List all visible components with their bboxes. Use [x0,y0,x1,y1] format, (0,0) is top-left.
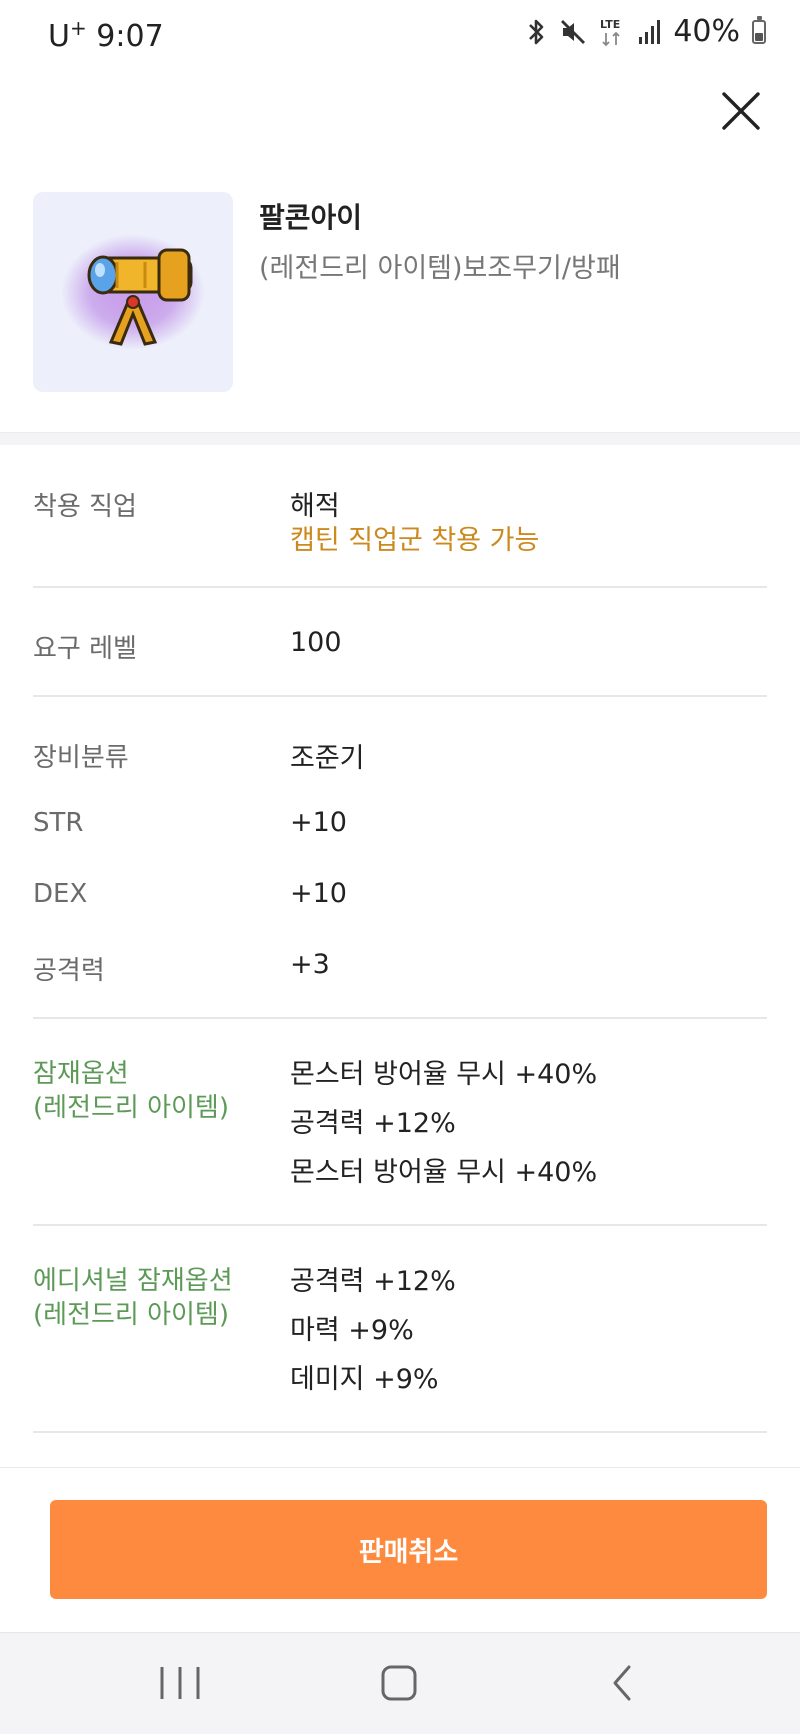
stat-value: +10 [290,807,347,838]
stat-label: 공격력 [33,956,105,986]
item-name: 팔콘아이 [259,201,363,234]
status-icons: LTE 40% [525,14,766,49]
home-icon [381,1665,417,1701]
stat-value: +10 [290,878,347,909]
back-icon [613,1665,631,1701]
signal-icon [637,19,661,45]
job-note: 캡틴 직업군 착용 가능 [290,525,540,556]
additional-potential-label-line2: (레전드리 아이템) [33,1300,229,1330]
potential-label: 잠재옵션 (레전드리 아이템) [33,1057,229,1125]
divider [33,586,767,588]
cancel-sale-button[interactable]: 판매취소 [50,1500,767,1599]
clock: 9:07 [96,19,164,54]
network-label: LTE [600,18,620,31]
potential-option: 몬스터 방어율 무시 +40% [290,1059,598,1090]
close-icon [722,92,760,130]
item-type: (레전드리 아이템)보조무기/방패 [259,253,621,284]
job-label: 착용 직업 [33,492,137,522]
potential-label-line1: 잠재옵션 [33,1059,129,1089]
close-button[interactable] [718,88,764,134]
home-button[interactable] [369,1661,429,1707]
battery-icon [752,15,766,44]
additional-option: 데미지 +9% [290,1364,439,1395]
telescope-item-icon [61,234,205,350]
additional-potential-values: 공격력 +12% 마력 +9% 데미지 +9% [290,1257,456,1404]
recent-apps-icon [160,1667,200,1699]
stat-label: DEX [33,879,88,909]
carrier-plus: + [69,16,87,40]
additional-option: 마력 +9% [290,1315,414,1346]
mute-icon [559,18,587,46]
additional-potential-label-line1: 에디셔널 잠재옵션 [33,1266,233,1296]
system-nav-bar [0,1632,800,1734]
stat-label: STR [33,808,84,838]
recent-apps-button[interactable] [150,1661,210,1707]
potential-values: 몬스터 방어율 무시 +40% 공격력 +12% 몬스터 방어율 무시 +40% [290,1050,597,1197]
potential-option: 몬스터 방어율 무시 +40% [290,1157,598,1188]
item-thumbnail [33,192,233,392]
back-button[interactable] [593,1661,653,1707]
bottom-divider [0,1467,800,1468]
potential-label-line2: (레전드리 아이템) [33,1093,229,1123]
divider [33,1431,767,1433]
stat-label: 장비분류 [33,743,129,773]
level-label: 요구 레벨 [33,634,137,664]
stat-value: 조준기 [290,743,365,774]
divider [33,1017,767,1019]
divider [33,695,767,697]
battery-percent: 40% [673,14,740,49]
potential-option: 공격력 +12% [290,1108,456,1139]
stat-value: +3 [290,949,330,980]
bluetooth-icon [525,18,547,46]
section-divider [0,432,800,445]
lte-icon: LTE [599,17,625,47]
level-value: 100 [290,627,342,658]
carrier-time: U+ 9:07 [48,16,164,54]
additional-option: 공격력 +12% [290,1266,456,1297]
divider [33,1224,767,1226]
status-bar: U+ 9:07 LTE 40% [0,0,800,72]
additional-potential-label: 에디셔널 잠재옵션 (레전드리 아이템) [33,1264,233,1332]
carrier: U [48,19,70,54]
